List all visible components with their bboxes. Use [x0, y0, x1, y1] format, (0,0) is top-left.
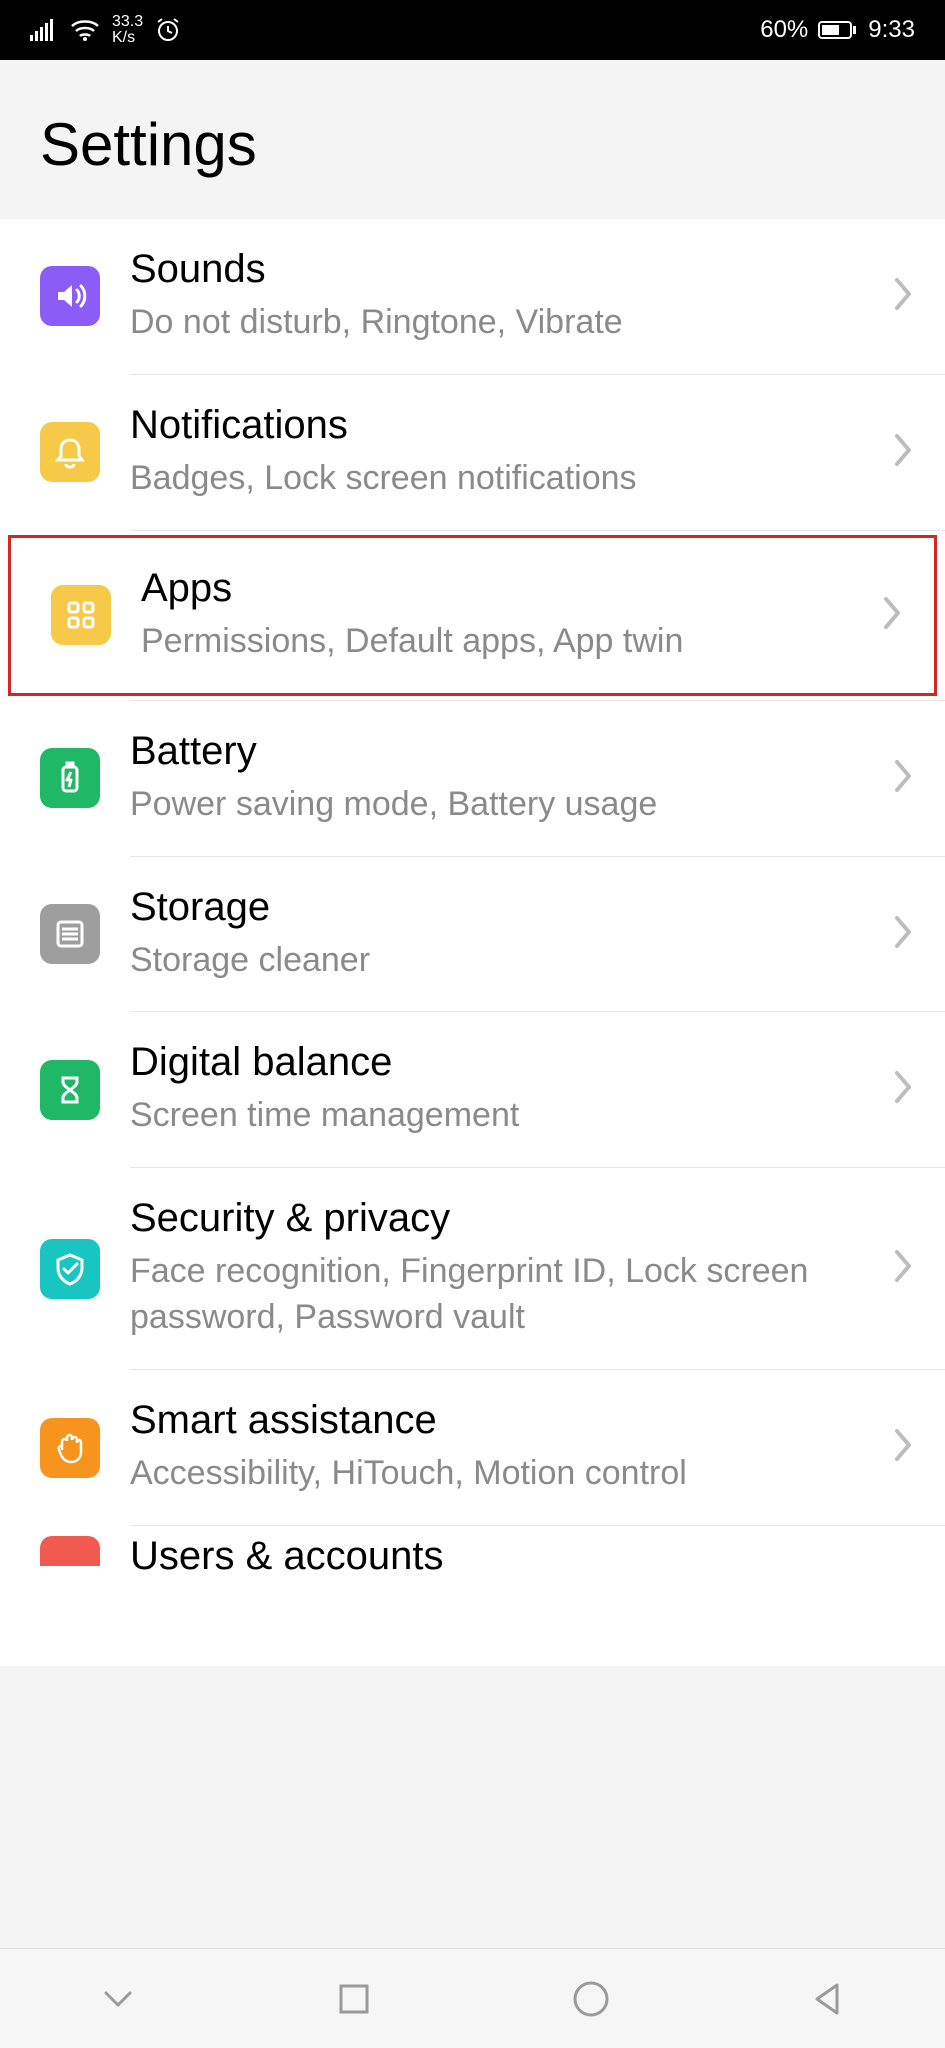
- row-sounds[interactable]: Sounds Do not disturb, Ringtone, Vibrate: [0, 219, 945, 374]
- row-text: Notifications Badges, Lock screen notifi…: [130, 403, 891, 502]
- battery-icon: [40, 748, 100, 808]
- row-security-privacy[interactable]: Security & privacy Face recognition, Fin…: [0, 1168, 945, 1369]
- battery-icon: [818, 20, 858, 40]
- row-text: Battery Power saving mode, Battery usage: [130, 729, 891, 828]
- chevron-right-icon: [880, 593, 904, 638]
- network-speed-value: 33.3: [112, 14, 143, 30]
- row-text: Storage Storage cleaner: [130, 885, 891, 984]
- row-subtitle: Storage cleaner: [130, 938, 871, 984]
- row-subtitle: Permissions, Default apps, App twin: [141, 619, 860, 665]
- status-right: 60% 9:33: [760, 16, 915, 44]
- chevron-right-icon: [891, 756, 915, 801]
- status-bar: 33.3 K/s 60% 9:33: [0, 0, 945, 60]
- navigation-bar: [0, 1948, 945, 2048]
- row-text: Security & privacy Face recognition, Fin…: [130, 1196, 891, 1341]
- divider: [130, 530, 945, 531]
- settings-list: Sounds Do not disturb, Ringtone, Vibrate…: [0, 219, 945, 1666]
- row-title: Smart assistance: [130, 1398, 871, 1443]
- row-text: Smart assistance Accessibility, HiTouch,…: [130, 1398, 891, 1497]
- network-speed-unit: K/s: [112, 30, 143, 46]
- row-users-accounts[interactable]: Users & accounts: [0, 1526, 945, 1666]
- row-storage[interactable]: Storage Storage cleaner: [0, 857, 945, 1012]
- row-title: Battery: [130, 729, 871, 774]
- row-subtitle: Power saving mode, Battery usage: [130, 782, 871, 828]
- row-notifications[interactable]: Notifications Badges, Lock screen notifi…: [0, 375, 945, 530]
- notifications-icon: [40, 422, 100, 482]
- page-title: Settings: [40, 110, 905, 179]
- network-speed: 33.3 K/s: [112, 14, 143, 46]
- digital-balance-icon: [40, 1060, 100, 1120]
- chevron-right-icon: [891, 1425, 915, 1470]
- sounds-icon: [40, 266, 100, 326]
- row-text: Apps Permissions, Default apps, App twin: [141, 566, 880, 665]
- signal-icon: [30, 19, 58, 41]
- storage-icon: [40, 904, 100, 964]
- row-title: Apps: [141, 566, 860, 611]
- row-apps[interactable]: Apps Permissions, Default apps, App twin: [11, 538, 934, 693]
- nav-home-button[interactable]: [566, 1974, 616, 2024]
- row-battery[interactable]: Battery Power saving mode, Battery usage: [0, 701, 945, 856]
- header: Settings: [0, 60, 945, 219]
- row-subtitle: Accessibility, HiTouch, Motion control: [130, 1451, 871, 1497]
- row-subtitle: Screen time management: [130, 1093, 871, 1139]
- row-title: Users & accounts: [130, 1534, 895, 1579]
- battery-percentage: 60%: [760, 16, 808, 44]
- row-title: Sounds: [130, 247, 871, 292]
- chevron-right-icon: [891, 1067, 915, 1112]
- row-digital-balance[interactable]: Digital balance Screen time management: [0, 1012, 945, 1167]
- row-text: Users & accounts: [130, 1536, 915, 1589]
- row-title: Notifications: [130, 403, 871, 448]
- row-subtitle: Do not disturb, Ringtone, Vibrate: [130, 300, 871, 346]
- security-icon: [40, 1239, 100, 1299]
- status-left: 33.3 K/s: [30, 14, 181, 46]
- nav-hide-button[interactable]: [93, 1974, 143, 2024]
- row-text: Sounds Do not disturb, Ringtone, Vibrate: [130, 247, 891, 346]
- row-text: Digital balance Screen time management: [130, 1040, 891, 1139]
- highlight-apps: Apps Permissions, Default apps, App twin: [8, 535, 937, 696]
- wifi-icon: [70, 19, 100, 41]
- chevron-right-icon: [891, 912, 915, 957]
- nav-recents-button[interactable]: [329, 1974, 379, 2024]
- row-subtitle: Badges, Lock screen notifications: [130, 456, 871, 502]
- row-title: Storage: [130, 885, 871, 930]
- row-title: Digital balance: [130, 1040, 871, 1085]
- status-time: 9:33: [868, 16, 915, 44]
- smart-assistance-icon: [40, 1418, 100, 1478]
- row-subtitle: Face recognition, Fingerprint ID, Lock s…: [130, 1249, 871, 1341]
- chevron-right-icon: [891, 274, 915, 319]
- alarm-icon: [155, 17, 181, 43]
- row-title: Security & privacy: [130, 1196, 871, 1241]
- row-smart-assistance[interactable]: Smart assistance Accessibility, HiTouch,…: [0, 1370, 945, 1525]
- nav-back-button[interactable]: [802, 1974, 852, 2024]
- apps-icon: [51, 585, 111, 645]
- users-accounts-icon: [40, 1536, 100, 1566]
- chevron-right-icon: [891, 1246, 915, 1291]
- chevron-right-icon: [891, 430, 915, 475]
